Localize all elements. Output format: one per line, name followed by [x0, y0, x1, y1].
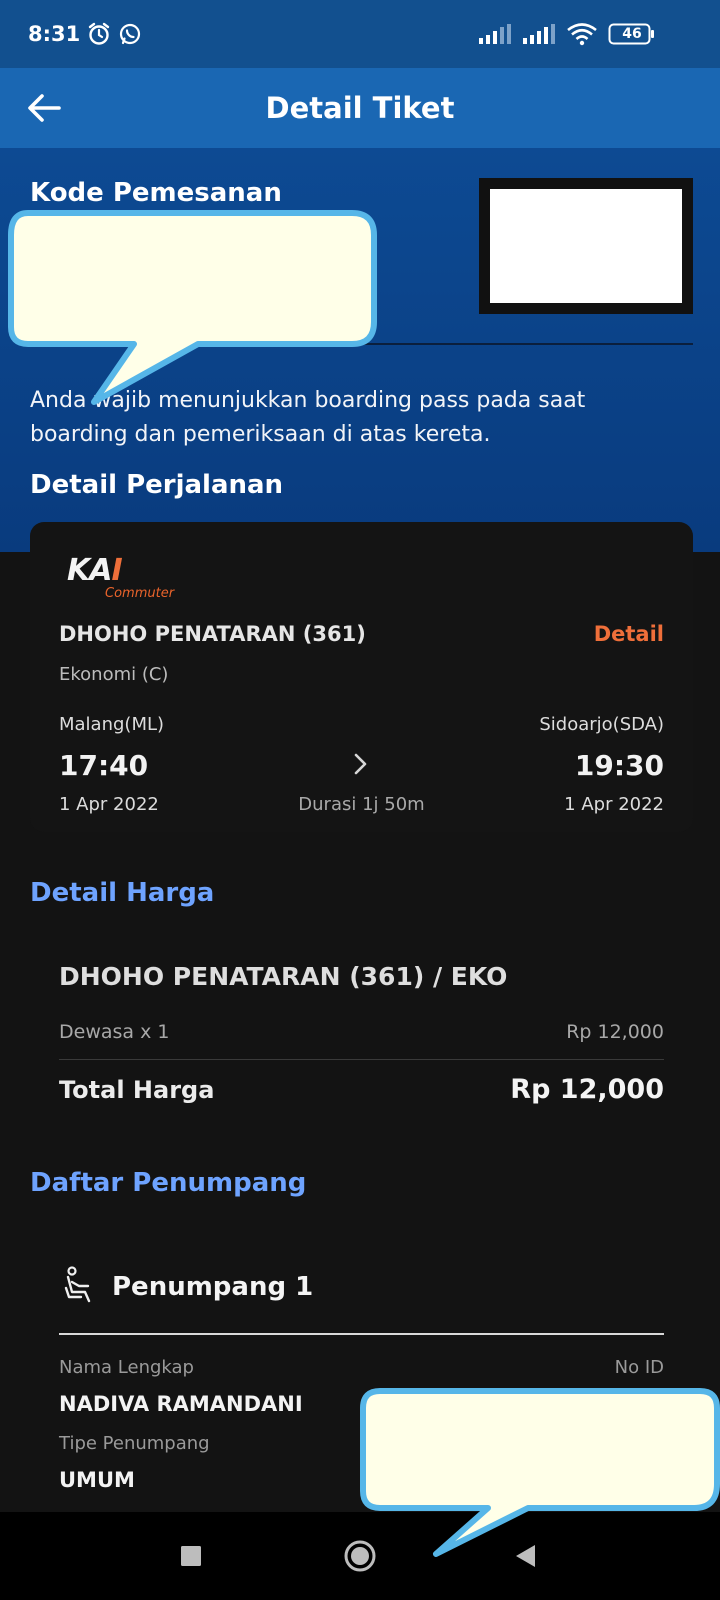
train-class: Ekonomi (C)	[59, 664, 169, 685]
passenger-heading: Daftar Penumpang	[30, 1168, 307, 1198]
redaction-speech-bubble	[8, 210, 377, 405]
whatsapp-icon	[118, 22, 142, 46]
kai-logo-subtext: Commuter	[105, 586, 175, 601]
status-right: 46	[478, 22, 692, 46]
booking-code-label: Kode Pemesanan	[30, 178, 282, 208]
passenger-title: Penumpang 1	[112, 1272, 314, 1302]
page-title: Detail Tiket	[265, 91, 455, 125]
price-card: DHOHO PENATARAN (361) / EKO Dewasa x 1 R…	[30, 942, 693, 1117]
qr-code[interactable]	[479, 178, 693, 314]
qr-code-image	[490, 189, 682, 303]
signal-icon	[522, 23, 556, 45]
square-icon	[181, 1546, 201, 1566]
kai-logo-text: KAI	[67, 556, 187, 586]
adult-price: Rp 12,000	[566, 1021, 664, 1043]
status-time: 8:31	[28, 22, 81, 46]
status-bar: 8:31 46	[0, 0, 720, 68]
full-name-value: NADIVA RAMANDANI	[59, 1392, 303, 1416]
alarm-icon	[86, 21, 112, 47]
signal-icon	[478, 23, 512, 45]
train-name: DHOHO PENATARAN (361)	[59, 622, 366, 646]
trip-card: KAI Commuter DHOHO PENATARAN (361) Detai…	[30, 522, 693, 832]
origin-station: Malang(ML)	[59, 714, 165, 735]
kai-commuter-logo: KAI Commuter	[67, 556, 187, 606]
wifi-icon	[566, 22, 598, 46]
destination-station: Sidoarjo(SDA)	[539, 714, 664, 735]
departure-time: 17:40	[59, 749, 149, 782]
arrival-date: 1 Apr 2022	[564, 794, 664, 815]
app-bar: Detail Tiket	[0, 68, 720, 148]
price-heading: Detail Harga	[30, 878, 215, 908]
train-detail-link[interactable]: Detail	[594, 622, 664, 646]
status-left: 8:31	[28, 21, 142, 47]
id-number-label: No ID	[614, 1357, 664, 1378]
passenger-divider	[59, 1333, 664, 1335]
seat-icon	[64, 1266, 91, 1303]
battery-icon: 46	[608, 22, 692, 46]
price-divider	[59, 1059, 664, 1060]
passenger-type-label: Tipe Penumpang	[59, 1433, 210, 1454]
price-item-name: DHOHO PENATARAN (361) / EKO	[59, 962, 508, 991]
chevron-right-icon	[354, 753, 367, 775]
total-price-value: Rp 12,000	[510, 1074, 664, 1105]
full-name-label: Nama Lengkap	[59, 1357, 194, 1378]
trip-heading: Detail Perjalanan	[30, 470, 284, 500]
battery-level: 46	[622, 26, 642, 42]
arrival-time: 19:30	[574, 749, 664, 782]
kai-logo-word: KAI	[67, 553, 123, 588]
back-arrow-icon	[28, 94, 61, 122]
back-button[interactable]	[22, 86, 66, 130]
recents-button[interactable]	[146, 1512, 236, 1600]
adult-count-label: Dewasa x 1	[59, 1021, 170, 1043]
redaction-speech-bubble	[360, 1388, 720, 1557]
total-price-label: Total Harga	[59, 1076, 215, 1104]
passenger-type-value: UMUM	[59, 1468, 135, 1492]
